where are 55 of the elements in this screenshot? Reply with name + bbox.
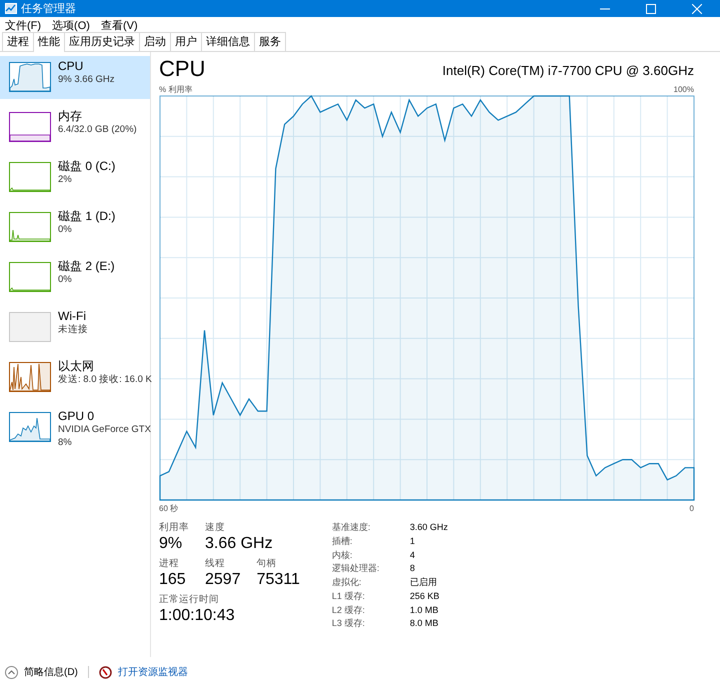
menu-item[interactable]: 选项(O) [51, 18, 96, 32]
sidebar-item[interactable]: 内存 6.4/32.0 GB (20%) [0, 106, 150, 149]
menu-item[interactable]: 查看(V) [100, 18, 144, 32]
axis-label: 100% [674, 85, 694, 95]
tab[interactable]: 进程 [2, 32, 34, 51]
tab[interactable]: 性能 [33, 32, 65, 52]
stat-label: 线程 [205, 558, 226, 570]
spec-value: 已启用 [410, 577, 438, 589]
close-icon[interactable] [692, 4, 702, 14]
stat-label: 正常运行时间 [159, 594, 220, 606]
resource-monitor-link[interactable]: 打开资源监视器 [118, 665, 188, 679]
stat-value: 2597 [205, 570, 241, 590]
menu-item[interactable]: 文件(F) [4, 18, 48, 32]
sidebar-item[interactable]: 以太网 发送: 8.0 接收: 16.0 K [0, 356, 150, 399]
stat-value: 75311 [256, 570, 300, 590]
tab[interactable]: 服务 [254, 32, 286, 51]
spec-value: 4 [410, 550, 416, 562]
stat-label: 进程 [159, 558, 180, 570]
stat-label: 速度 [205, 522, 226, 534]
axis-label: % 利用率 [159, 85, 192, 95]
spec-value: 3.60 GHz [410, 522, 448, 534]
stat-label: 利用率 [159, 522, 189, 534]
sidebar-item[interactable]: 磁盘 0 (C:) 2% [0, 156, 150, 199]
spec-label: 内核: [332, 550, 354, 562]
spec-value: 256 KB [410, 590, 440, 602]
stat-value: 165 [159, 570, 187, 590]
maximize-icon[interactable] [646, 4, 656, 14]
stat-value: 3.66 GHz [205, 534, 274, 554]
stat-value: 1:00:10:43 [159, 606, 236, 626]
summary-link[interactable]: 简略信息(D) [24, 665, 78, 679]
panel-title: CPU [159, 56, 206, 82]
spec-value: 1.0 MB [410, 604, 440, 616]
spec-label: L2 缓存: [332, 604, 366, 616]
spec-label: 逻辑处理器: [332, 563, 380, 575]
app-icon [5, 3, 17, 14]
sidebar-item[interactable]: 磁盘 1 (D:) 0% [0, 206, 150, 249]
spec-value: 8.0 MB [410, 618, 440, 630]
sidebar-item[interactable]: 磁盘 2 (E:) 0% [0, 256, 150, 299]
axis-label: 60 秒 [159, 504, 178, 514]
spec-value: 8 [410, 563, 416, 575]
stat-label: 句柄 [256, 558, 278, 570]
sidebar-item[interactable]: GPU 0 NVIDIA GeForce GTX 8% [0, 406, 150, 449]
spec-label: L3 缓存: [332, 618, 366, 630]
window-title: 任务管理器 [21, 2, 76, 16]
spec-value: 1 [410, 536, 416, 548]
spec-label: 基准速度: [332, 522, 372, 534]
spec-label: L1 缓存: [332, 590, 366, 602]
axis-label: 0 [690, 504, 694, 514]
sidebar-item[interactable]: CPU 9% 3.66 GHz [0, 56, 150, 99]
stat-value: 9% [159, 534, 184, 554]
cpu-model: Intel(R) Core(TM) i7-7700 CPU @ 3.60GHz [442, 63, 694, 78]
sidebar-item[interactable]: Wi-Fi 未连接 [0, 306, 150, 349]
spec-label: 插槽: [332, 536, 354, 548]
spec-label: 虚拟化: [332, 577, 362, 589]
collapse-icon[interactable] [5, 666, 18, 678]
